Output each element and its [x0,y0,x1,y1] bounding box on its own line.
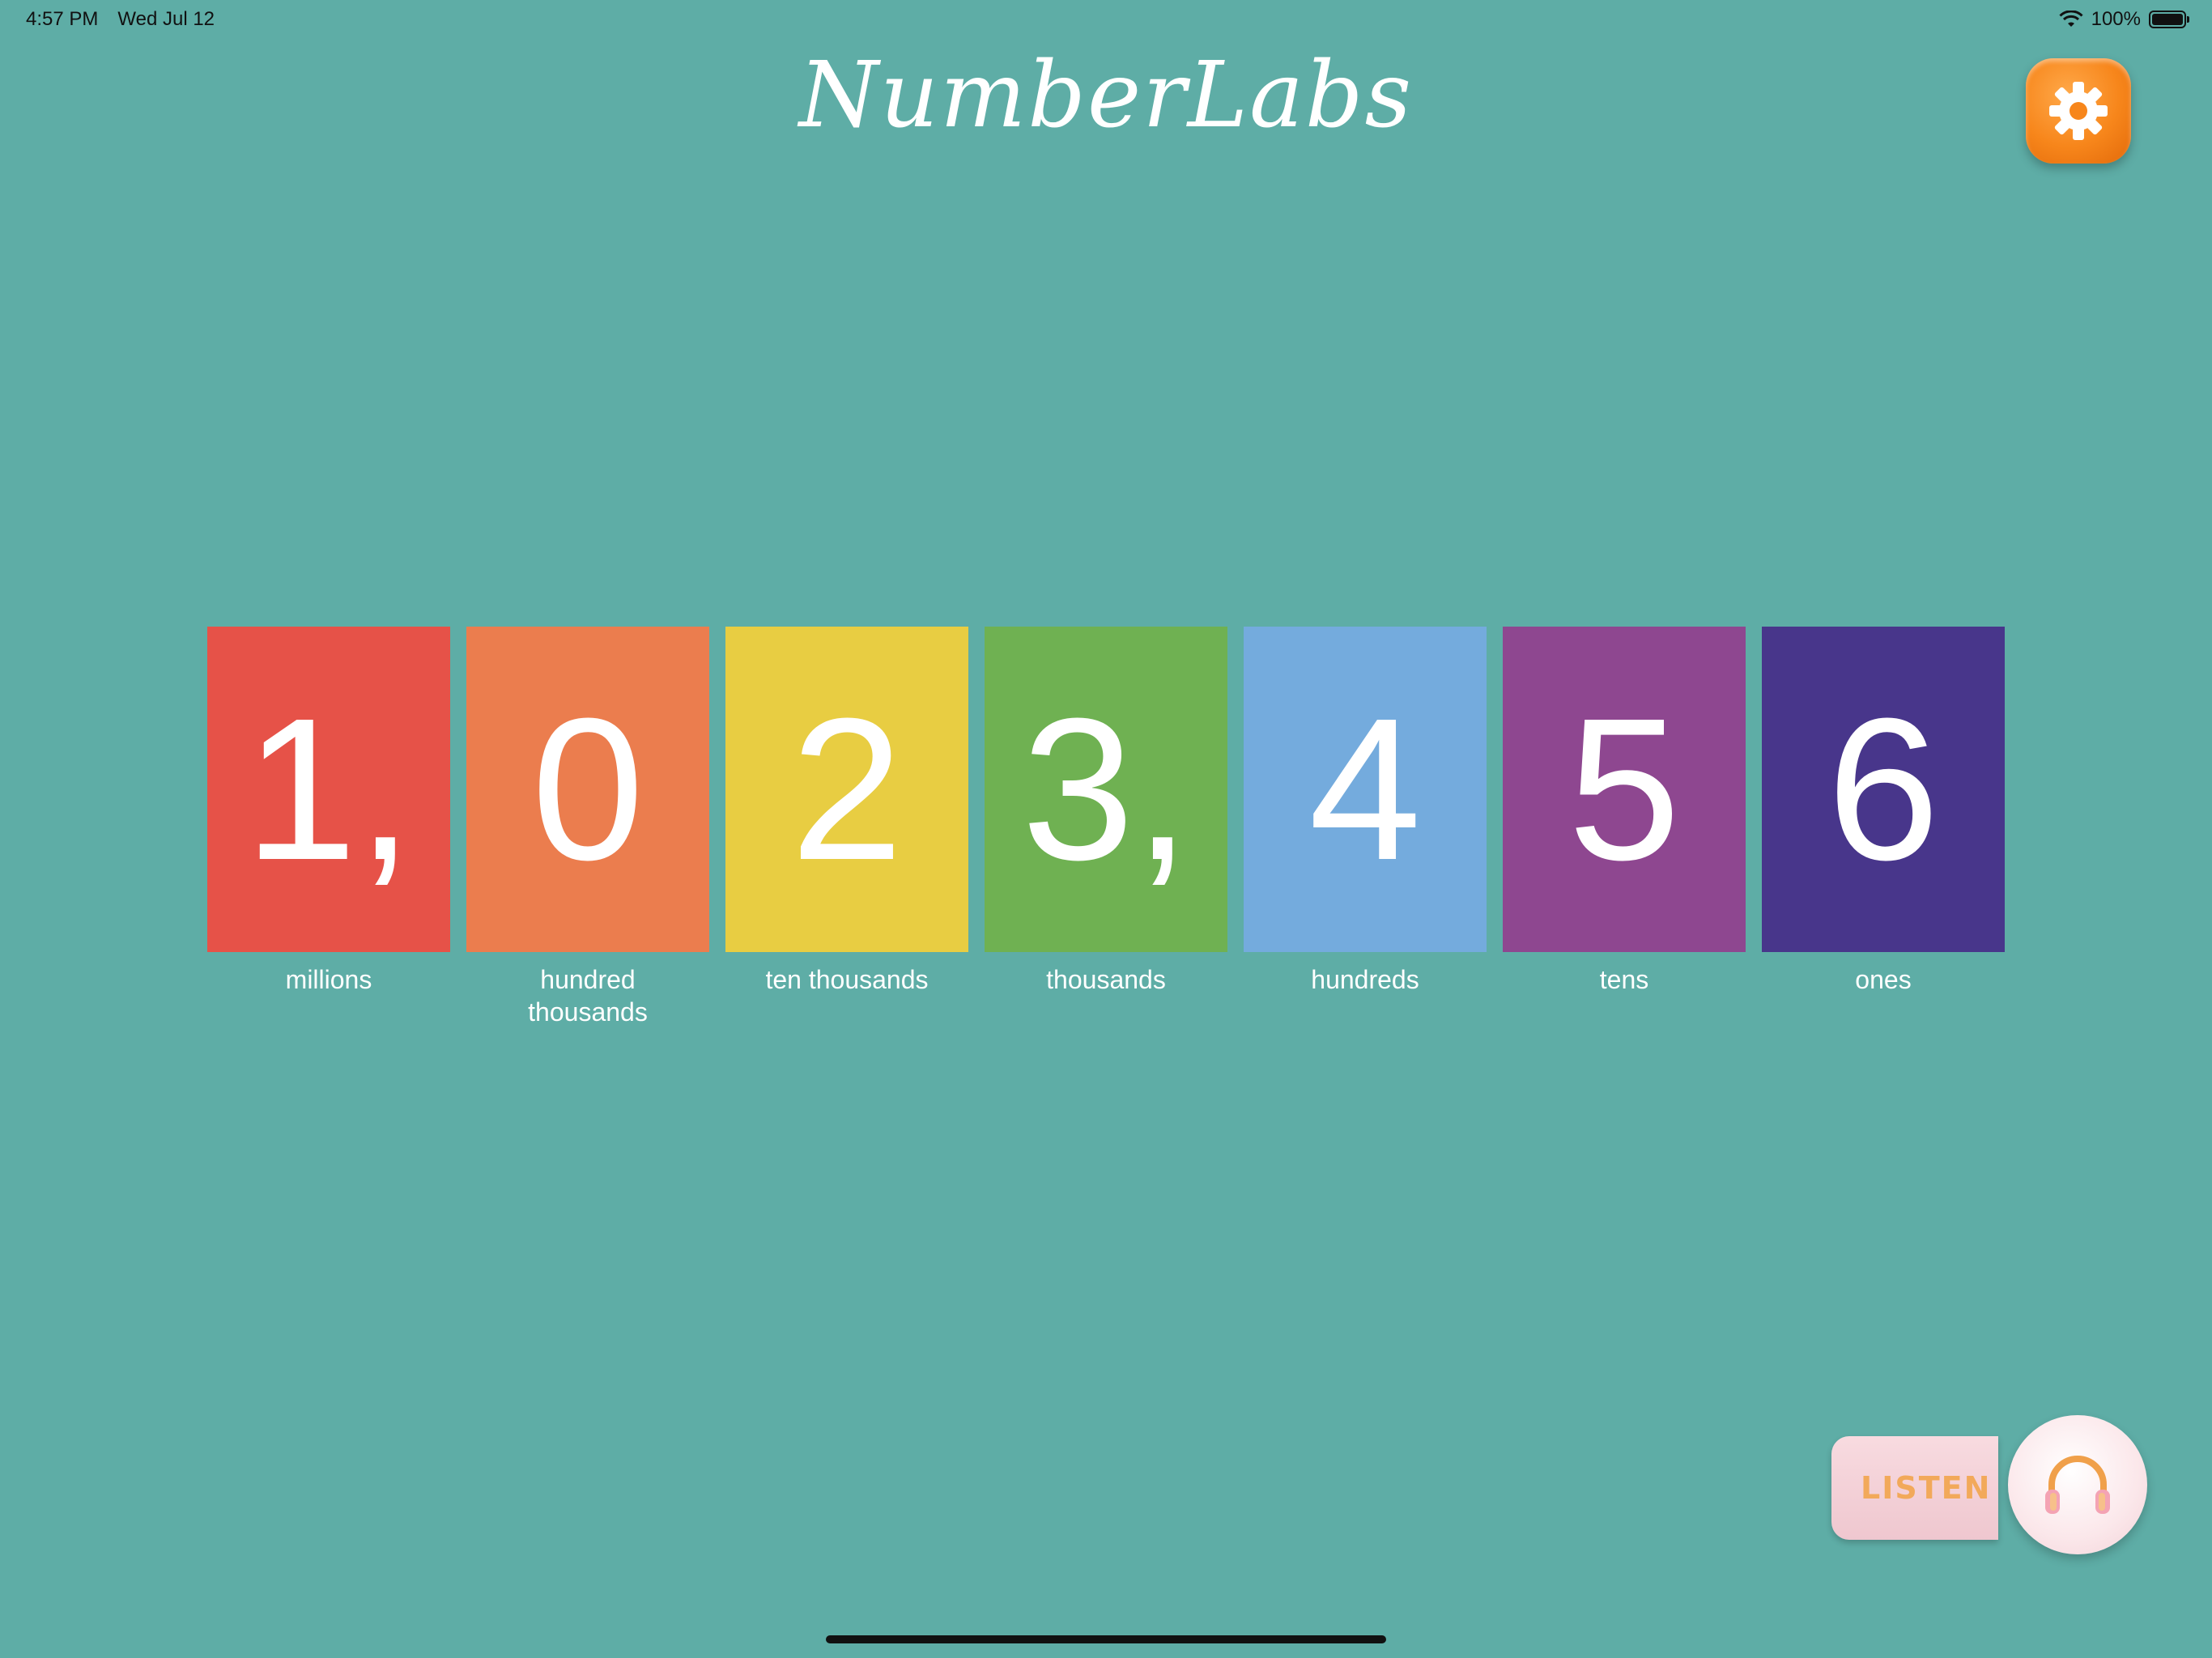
digit-tile-ten-thousands[interactable]: 2 [725,627,968,952]
digit-tile-ones[interactable]: 6 [1762,627,2005,952]
headphones-icon [2045,1456,2110,1514]
status-bar-right: 100% [2059,5,2189,34]
listen-label: LISTEN [1861,1470,1992,1506]
place-label-hundreds: hundreds [1311,965,1419,994]
status-date: Wed Jul 12 [117,8,215,30]
app-title: NumberLabs [798,43,1414,148]
place-label-ones: ones [1855,965,1912,994]
place-value-millions: 1, millions [207,627,450,1028]
place-label-tens: tens [1599,965,1649,994]
place-label-millions: millions [285,965,372,994]
digit-tile-millions[interactable]: 1, [207,627,450,952]
gear-icon [2049,82,2108,140]
listen-button[interactable]: LISTEN [1831,1436,1998,1540]
place-label-ten-thousands: ten thousands [765,965,929,994]
place-value-ten-thousands: 2 ten thousands [725,627,968,1028]
place-value-hundreds: 4 hundreds [1244,627,1487,1028]
place-value-tiles: 1, millions 0 hundred thousands 2 ten th… [207,627,2005,1028]
battery-percent: 100% [2091,8,2141,30]
digit-tile-thousands[interactable]: 3, [985,627,1227,952]
place-value-ones: 6 ones [1762,627,2005,1028]
headphones-button[interactable] [2008,1415,2147,1554]
place-value-hundred-thousands: 0 hundred thousands [466,627,709,1028]
home-indicator [826,1635,1386,1643]
settings-button[interactable] [2026,58,2131,164]
digit-tile-hundred-thousands[interactable]: 0 [466,627,709,952]
digit-tile-tens[interactable]: 5 [1503,627,1746,952]
wifi-icon [2059,11,2083,27]
place-label-thousands: thousands [1046,965,1166,994]
place-label-hundred-thousands: hundred thousands [528,965,648,1027]
status-bar-left: 4:57 PM Wed Jul 12 [26,5,215,34]
place-value-tens: 5 tens [1503,627,1746,1028]
digit-tile-hundreds[interactable]: 4 [1244,627,1487,952]
place-value-thousands: 3, thousands [985,627,1227,1028]
status-time: 4:57 PM [26,8,99,30]
battery-icon [2149,11,2189,28]
